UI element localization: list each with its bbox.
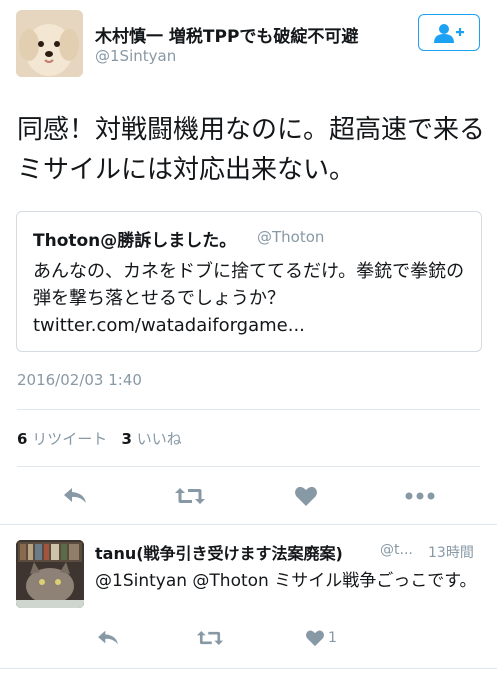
section-divider <box>0 524 497 525</box>
cat-avatar-icon <box>16 540 84 608</box>
like-icon <box>306 630 325 647</box>
more-icon <box>405 492 435 500</box>
tweet-timestamp: 2016/02/03 1:40 <box>17 371 142 389</box>
like-label[interactable]: いいね <box>137 430 182 448</box>
reply-retweet-button[interactable] <box>190 626 230 650</box>
tweet-text: 同感！対戦闘機用なのに。超高速で来るミサイルには対応出来ない。 <box>17 115 486 185</box>
quote-author-handle: @Thoton <box>257 228 325 246</box>
reply-reply-button[interactable] <box>88 626 128 650</box>
author-avatar[interactable] <box>16 10 83 77</box>
reply-button[interactable] <box>55 484 95 508</box>
follow-user-icon <box>434 23 464 43</box>
reply-time: 13時間 <box>428 545 474 561</box>
quote-text: あんなの、カネをドブに捨ててるだけ。拳銃で拳銃の弾を撃ち落とせるでしょうか？ t… <box>33 261 465 336</box>
follow-button[interactable] <box>418 14 480 51</box>
reply-author-avatar[interactable] <box>16 540 84 608</box>
reply-author-name[interactable]: tanu(戦争引き受けます法案廃案) <box>95 540 343 564</box>
reply-like-count: 1 <box>328 630 337 646</box>
reply-like-button[interactable]: 1 <box>296 626 346 650</box>
reply-text: @1Sintyan @Thoton ミサイル戦争ごっこです。 <box>95 571 477 591</box>
reply-icon <box>98 630 118 645</box>
retweet-button[interactable] <box>170 484 210 508</box>
like-button[interactable] <box>286 484 326 508</box>
tweet-stats: 6 リツイート 3 いいね <box>17 428 182 449</box>
divider <box>17 409 480 410</box>
section-divider <box>0 668 497 669</box>
divider <box>17 466 480 467</box>
like-icon <box>295 486 317 506</box>
reply-icon <box>64 488 86 503</box>
author-handle[interactable]: @1Sintyan <box>95 47 176 65</box>
retweet-label[interactable]: リツイート <box>32 430 107 448</box>
retweet-icon <box>175 488 205 504</box>
quoted-tweet-card[interactable]: Thoton@勝訴しました。 @Thoton あんなの、カネをドブに捨ててるだけ… <box>16 211 482 352</box>
author-display-name[interactable]: 木村慎一 増税TPPでも破綻不可避 <box>95 22 358 47</box>
dog-avatar-icon <box>16 10 83 77</box>
retweet-icon <box>196 631 224 645</box>
more-button[interactable] <box>400 484 440 508</box>
reply-author-handle[interactable]: @t... <box>380 542 413 558</box>
like-count[interactable]: 3 <box>122 430 132 448</box>
quote-author-name: Thoton@勝訴しました。 <box>33 231 237 251</box>
retweet-count[interactable]: 6 <box>17 430 27 448</box>
